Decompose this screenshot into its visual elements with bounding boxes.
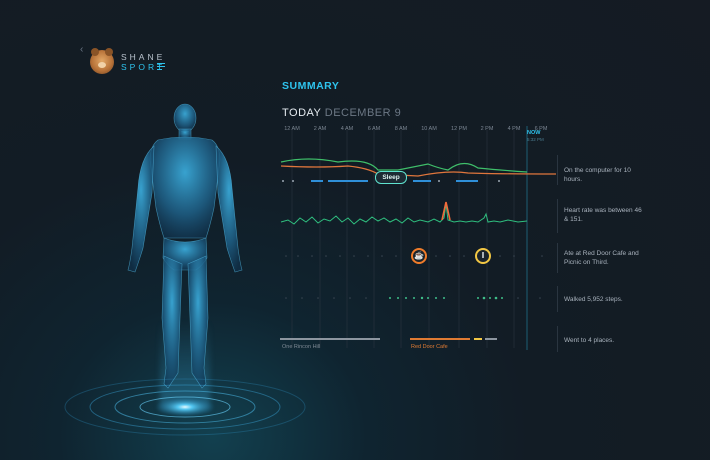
- bear-logo-icon: [90, 48, 114, 74]
- hologram-platform: [64, 378, 306, 436]
- insight-computer: On the computer for 10 hours.: [564, 167, 631, 183]
- brand-name-top: SHANE: [121, 52, 166, 62]
- computer-usage-line-green: [280, 158, 528, 173]
- insight-steps: Walked 5,952 steps.: [564, 296, 623, 303]
- heart-rate-line: [280, 203, 528, 225]
- sleep-badge[interactable]: Sleep: [375, 171, 407, 184]
- place-bar-picnic: [474, 338, 482, 340]
- insight-divider: [557, 286, 558, 312]
- summary-title: SUMMARY: [282, 80, 340, 92]
- place-label: One Rincon Hill: [282, 344, 321, 350]
- place-bar-cafe: [410, 338, 470, 340]
- insight-divider: [557, 243, 558, 273]
- place-bar-other: [485, 338, 497, 340]
- body-hologram: [127, 103, 243, 389]
- place-bar-home: [280, 338, 380, 340]
- back-arrow-icon[interactable]: ‹: [80, 44, 83, 55]
- insight-meals: Ate at Red Door Cafe and Picnic on Third…: [564, 250, 639, 266]
- insight-places: Went to 4 places.: [564, 337, 615, 344]
- place-label: Red Door Cafe: [411, 344, 448, 350]
- menu-icon[interactable]: [157, 63, 165, 72]
- insight-heart-rate: Heart rate was between 46 & 151.: [564, 207, 642, 223]
- insight-divider: [557, 155, 558, 185]
- fork-knife-icon[interactable]: ǁ: [475, 248, 491, 264]
- insight-divider: [557, 199, 558, 233]
- coffee-cup-icon[interactable]: ☕: [411, 248, 427, 264]
- heart-rate-peak: [441, 201, 451, 221]
- insight-divider: [557, 326, 558, 352]
- activity-timeline: [280, 126, 557, 350]
